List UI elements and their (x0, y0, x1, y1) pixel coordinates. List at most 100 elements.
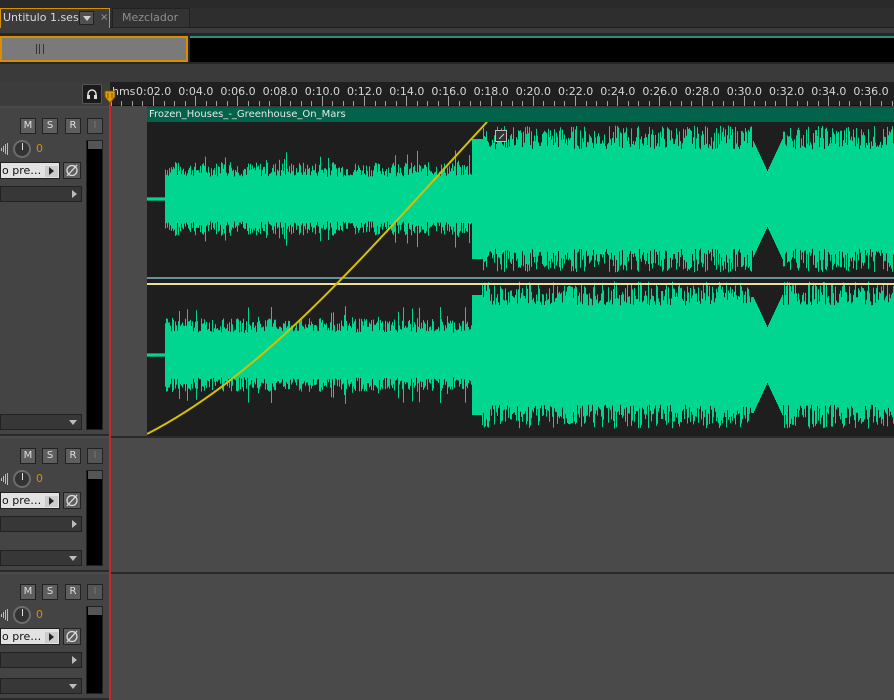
playhead[interactable] (109, 96, 111, 700)
playhead-marker-icon[interactable] (104, 90, 116, 104)
ruler-tick (226, 101, 228, 106)
track-lane-3[interactable] (110, 574, 894, 700)
volume-value[interactable]: 0 (36, 608, 43, 621)
tab-menu-dropdown[interactable] (79, 11, 94, 25)
ruler-tick (564, 101, 566, 106)
overview-line (190, 36, 894, 38)
volume-icon (1, 609, 8, 621)
mute-button[interactable]: M (20, 584, 36, 600)
volume-icon (1, 143, 8, 155)
ruler-tick (406, 96, 408, 106)
overview-zoom-range[interactable] (0, 36, 188, 62)
lane-divider (110, 436, 894, 438)
overview-grip-icon[interactable] (36, 44, 44, 54)
tab-mixer[interactable]: Mezclador (112, 8, 190, 28)
ruler-tick (480, 101, 482, 106)
solo-button[interactable]: S (42, 448, 58, 464)
ruler-tick (490, 96, 492, 106)
input-monitor-button[interactable]: I (87, 584, 103, 600)
ruler-tick (247, 101, 249, 106)
tab-editor-session[interactable]: Untitulo 1.sesx * × (0, 8, 110, 28)
track-header-3: MSRI0o pre… (0, 574, 110, 700)
volume-knob[interactable] (13, 606, 31, 624)
solo-button[interactable]: S (42, 118, 58, 134)
ruler-tick (775, 101, 777, 106)
ruler-tick (701, 96, 703, 106)
ruler-tick (353, 101, 355, 106)
ruler-tick (680, 101, 682, 106)
ruler-tick (258, 101, 260, 106)
ruler-tick (828, 96, 830, 106)
fade-curve-path[interactable] (147, 122, 488, 435)
volume-knob[interactable] (13, 140, 31, 158)
ruler-tick (796, 101, 798, 106)
ruler-tick (522, 101, 524, 106)
volume-icon (1, 473, 8, 485)
ruler-tick (606, 101, 608, 106)
volume-value[interactable]: 0 (36, 472, 43, 485)
volume-knob[interactable] (13, 470, 31, 488)
ruler-tick (543, 101, 545, 106)
time-ruler[interactable]: hms 0:02.0 0:04.0 0:06.0 0:08.0 0:10.0 0:12.0… (110, 82, 894, 106)
preset-arrow-icon[interactable] (45, 496, 58, 507)
meter-peak-right (95, 607, 102, 615)
track-lane-1-empty[interactable] (110, 106, 147, 436)
ruler-tick (395, 101, 397, 106)
ruler-tick (754, 101, 756, 106)
automation-select[interactable] (0, 550, 82, 566)
preset-arrow-icon[interactable] (45, 166, 58, 177)
top-strip (0, 0, 894, 8)
ruler-tick (374, 101, 376, 106)
record-button[interactable]: R (65, 118, 81, 134)
mute-button[interactable]: M (20, 448, 36, 464)
track-header-1: MSRI0o pre… (0, 108, 110, 436)
fade-in-curve[interactable] (147, 122, 894, 436)
meter-peak-left (88, 471, 95, 479)
input-monitor-button[interactable]: I (87, 118, 103, 134)
ruler-tick (722, 101, 724, 106)
automation-select[interactable] (0, 414, 82, 430)
output-select[interactable] (0, 186, 82, 202)
fade-handle-icon[interactable] (495, 130, 507, 142)
ruler-tick (311, 101, 313, 106)
preset-arrow-icon[interactable] (45, 632, 58, 643)
ruler-tick (659, 96, 661, 106)
ruler-tick (838, 101, 840, 106)
ruler-tick (448, 96, 450, 106)
mute-button[interactable]: M (20, 118, 36, 134)
track-lane-2[interactable] (110, 438, 894, 572)
record-button[interactable]: R (65, 584, 81, 600)
ruler-tick (532, 96, 534, 106)
meter-peak-left (88, 607, 95, 615)
ruler-tick (237, 96, 239, 106)
ruler-tick (807, 101, 809, 106)
ruler-tick (163, 101, 165, 106)
phase-icon (66, 630, 78, 643)
level-meter (86, 140, 103, 430)
phase-invert-button[interactable] (63, 492, 81, 509)
ruler-tick (385, 101, 387, 106)
ruler-tick (342, 101, 344, 106)
lane-divider (110, 572, 894, 574)
level-meter (86, 470, 103, 566)
output-select[interactable] (0, 516, 82, 532)
chevron-down-icon (69, 684, 77, 689)
overview-track[interactable] (190, 38, 894, 62)
ruler-tick (458, 101, 460, 106)
clip-title[interactable]: Frozen_Houses_-_Greenhouse_On_Mars (147, 108, 894, 122)
phase-invert-button[interactable] (63, 628, 81, 645)
ruler-tick (817, 101, 819, 106)
ruler-tick (849, 101, 851, 106)
phase-invert-button[interactable] (63, 162, 81, 179)
ruler-tick (437, 101, 439, 106)
record-button[interactable]: R (65, 448, 81, 464)
headphones-icon[interactable] (82, 84, 102, 104)
solo-button[interactable]: S (42, 584, 58, 600)
volume-value[interactable]: 0 (36, 142, 43, 155)
tab-close-icon[interactable]: × (100, 9, 108, 27)
output-select[interactable] (0, 652, 82, 668)
phase-icon (66, 164, 78, 177)
input-monitor-button[interactable]: I (87, 448, 103, 464)
automation-select[interactable] (0, 678, 82, 694)
meter-peak-right (95, 141, 102, 149)
